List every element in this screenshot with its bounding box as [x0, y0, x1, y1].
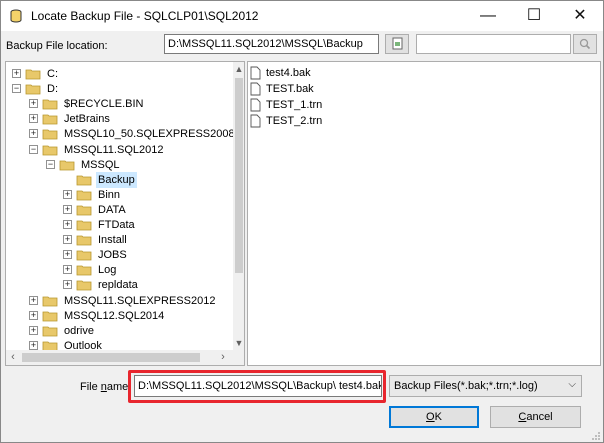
folder-icon [76, 175, 92, 186]
folder-icon [42, 311, 58, 321]
folder-icon [76, 250, 92, 261]
search-icon [579, 38, 591, 50]
expand-icon[interactable]: + [29, 99, 38, 109]
expand-icon[interactable]: + [63, 189, 72, 199]
folder-icon [76, 235, 92, 246]
collapse-icon[interactable]: − [46, 159, 55, 169]
tree-item-label: MSSQL11.SQLEXPRESS2012 [64, 294, 216, 307]
tree-item-label: repldata [98, 279, 138, 292]
expand-icon[interactable]: + [29, 129, 38, 139]
database-icon [10, 9, 22, 23]
window-title: Locate Backup File - SQLCLP01\SQL2012 [31, 9, 259, 23]
tree-item-label: Backup [96, 171, 137, 188]
expand-icon[interactable]: + [29, 340, 38, 350]
scrollbar-corner [233, 350, 244, 365]
chevron-down-icon: ⌵ [568, 379, 576, 390]
expand-icon[interactable]: + [63, 235, 72, 245]
file-icon [250, 82, 261, 96]
file-type-dropdown[interactable]: Backup Files(*.bak;*.trn;*.log) ⌵ [389, 375, 582, 397]
tree-item-label: C: [47, 68, 58, 80]
folder-icon [76, 265, 92, 276]
file-type-selected: Backup Files(*.bak;*.trn;*.log) [394, 380, 538, 392]
scroll-left-arrow-icon[interactable]: ‹ [6, 350, 20, 365]
expand-icon[interactable]: + [63, 204, 72, 214]
tree-item-label: JetBrains [64, 113, 110, 126]
minimize-button[interactable]: — [465, 1, 511, 31]
tree-vertical-scrollbar[interactable]: ▲ ▼ [233, 62, 244, 350]
folder-icon [42, 296, 58, 306]
tree-item-label: MSSQL10_50.SQLEXPRESS2008R [64, 128, 243, 141]
hscroll-thumb[interactable] [22, 353, 200, 362]
scroll-right-arrow-icon[interactable]: › [216, 350, 230, 365]
expand-icon[interactable]: + [29, 114, 38, 124]
tree-item-label: MSSQL12.SQL2014 [64, 309, 165, 322]
ok-button[interactable]: OK [389, 406, 479, 428]
folder-icon [76, 280, 92, 291]
tree-item-label: MSSQL11.SQL2012 [64, 143, 164, 156]
tree-horizontal-scrollbar[interactable]: ‹ › [6, 350, 233, 365]
backup-location-field[interactable]: D:\MSSQL11.SQL2012\MSSQL\Backup [164, 34, 379, 54]
folder-icon [76, 190, 92, 201]
expand-icon[interactable]: + [29, 310, 38, 320]
tree-item-label: MSSQL [81, 158, 120, 171]
title-bar: Locate Backup File - SQLCLP01\SQL2012 — … [1, 1, 603, 31]
maximize-button[interactable]: ☐ [511, 1, 557, 31]
refresh-icon [392, 37, 403, 50]
expand-icon[interactable]: + [63, 280, 72, 290]
open-folder-icon [42, 145, 58, 155]
tree-item-label: D: [47, 83, 58, 96]
tree-item-label: FTData [98, 219, 135, 231]
close-button[interactable]: ✕ [557, 1, 603, 31]
collapse-icon[interactable]: − [12, 84, 21, 94]
expand-icon[interactable]: + [63, 265, 72, 275]
expand-icon[interactable]: + [12, 69, 21, 78]
tree-item-label: Binn [98, 188, 121, 201]
file-name-label: test4.bak [266, 67, 311, 79]
file-name-label: TEST_2.trn [266, 115, 323, 127]
tree-item-label: $RECYCLE.BIN [64, 98, 144, 111]
folder-icon [76, 205, 92, 216]
locate-backup-file-dialog: Locate Backup File - SQLCLP01\SQL2012 — … [0, 0, 604, 443]
file-icon [250, 98, 261, 112]
folder-icon [25, 84, 41, 95]
scroll-down-arrow-icon[interactable]: ▼ [233, 336, 244, 350]
resize-grip-icon[interactable] [591, 431, 601, 441]
folder-icon [42, 114, 58, 125]
cancel-button[interactable]: Cancel [490, 406, 581, 428]
search-input[interactable] [416, 34, 571, 54]
expand-icon[interactable]: + [29, 325, 38, 335]
tree-item-label: Install [98, 234, 127, 247]
scroll-up-arrow-icon[interactable]: ▲ [233, 62, 244, 76]
file-name-label: TEST.bak [266, 83, 314, 95]
backup-location-label: Backup File location: [6, 40, 108, 52]
file-list[interactable]: test4.bak TEST.bak TEST_1.trn TEST_2.trn [247, 61, 601, 366]
file-name-label: File name: [80, 381, 132, 393]
folder-tree[interactable]: + C: − D: + $RECYCLE.BIN + JetBrains + MSSQL10_50… [5, 61, 245, 366]
tree-item-label: JOBS [98, 249, 127, 262]
folder-icon [42, 99, 58, 110]
tree-item-label: odrive [64, 324, 94, 337]
expand-icon[interactable]: + [63, 250, 72, 260]
file-name-field[interactable]: D:\MSSQL11.SQL2012\MSSQL\Backup\ test4.b… [134, 375, 382, 397]
scroll-thumb[interactable] [235, 78, 243, 273]
expand-icon[interactable]: + [63, 220, 72, 229]
open-folder-icon [59, 160, 75, 170]
folder-icon [25, 69, 41, 80]
file-name-label: TEST_1.trn [266, 99, 323, 111]
search-button[interactable] [573, 34, 597, 54]
file-icon [250, 66, 261, 80]
collapse-icon[interactable]: − [29, 144, 38, 154]
refresh-location-button[interactable] [385, 34, 409, 54]
expand-icon[interactable]: + [29, 295, 38, 305]
folder-icon [76, 220, 92, 231]
tree-item-label: Log [98, 264, 117, 277]
folder-icon [42, 129, 58, 140]
tree-item-label: DATA [98, 203, 126, 216]
file-icon [250, 114, 261, 128]
folder-icon [42, 326, 58, 337]
